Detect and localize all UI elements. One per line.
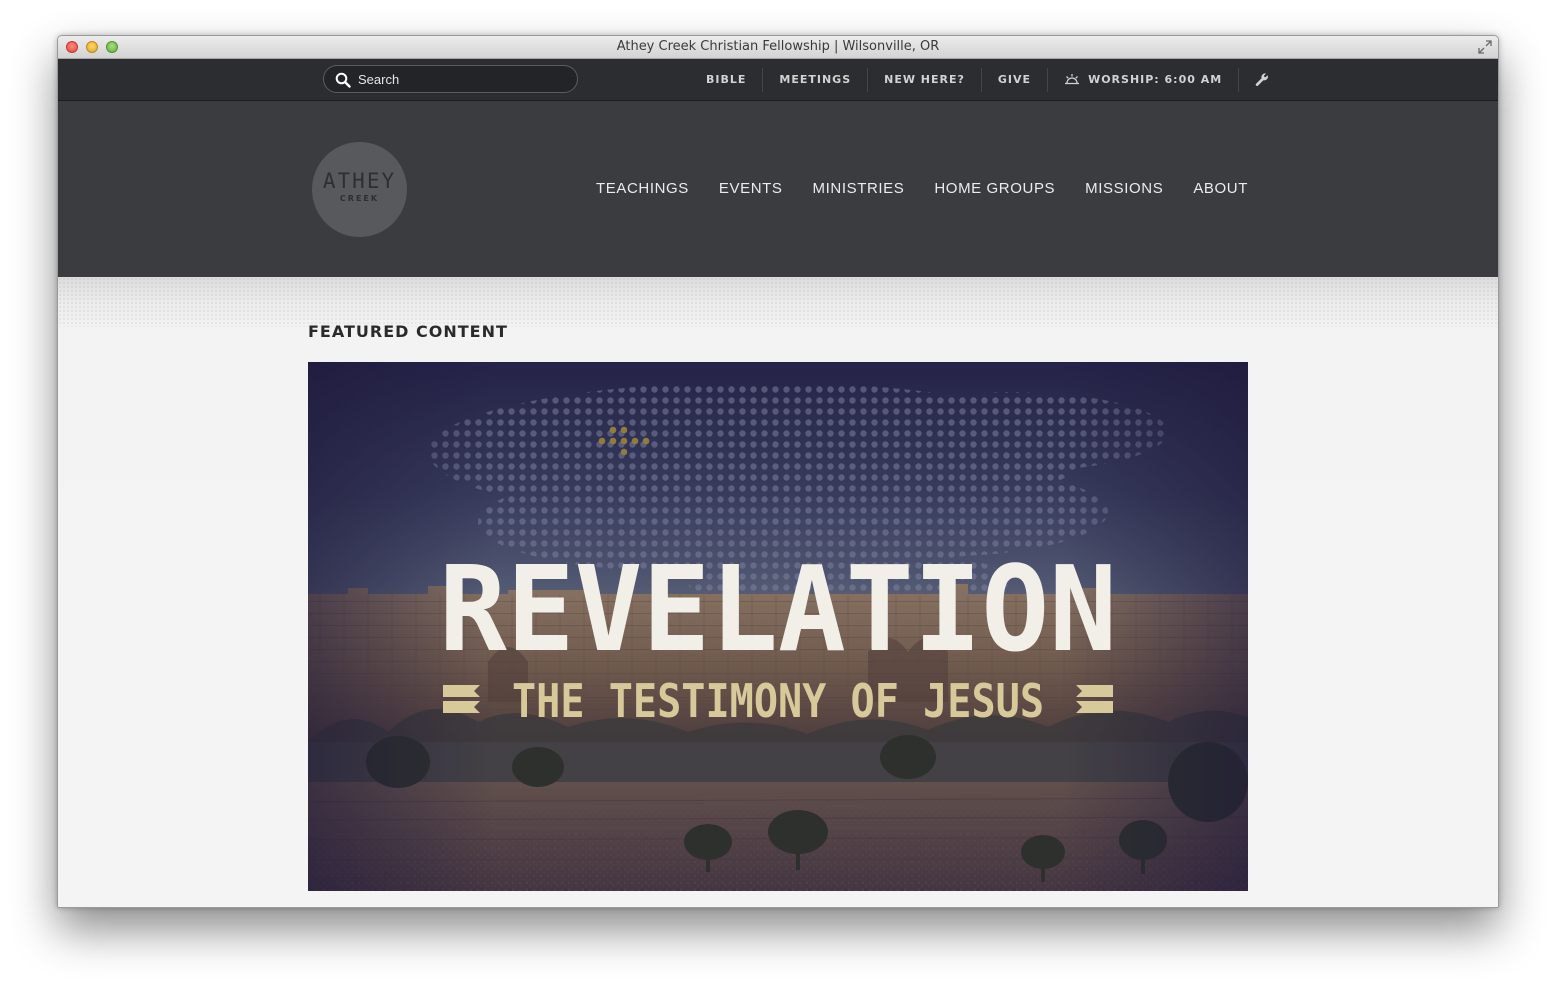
util-link-bible[interactable]: BIBLE — [690, 68, 762, 92]
nav-events[interactable]: EVENTS — [719, 180, 783, 197]
utility-nav: BIBLE MEETINGS NEW HERE? GIVE WORSHIP: 6… — [690, 59, 1285, 100]
logo-text-primary: ATHEY — [322, 169, 397, 193]
util-link-give[interactable]: GIVE — [980, 67, 1047, 92]
util-link-worship[interactable]: WORSHIP: 6:00 AM — [1047, 67, 1238, 92]
title-bar: Athey Creek Christian Fellowship | Wilso… — [58, 36, 1498, 59]
site-logo[interactable]: ATHEY CREEK — [312, 142, 407, 237]
util-link-label: BIBLE — [706, 72, 747, 86]
featured-banner[interactable]: REVELATION THE TESTIMONY OF JESUS — [308, 362, 1248, 891]
utility-bar: BIBLE MEETINGS NEW HERE? GIVE WORSHIP: — [58, 59, 1498, 101]
banner-title: REVELATION — [439, 540, 1117, 678]
nav-home-groups[interactable]: HOME GROUPS — [934, 180, 1055, 197]
logo-text-secondary: CREEK — [339, 194, 380, 203]
search-icon — [335, 72, 351, 88]
browser-window: Athey Creek Christian Fellowship | Wilso… — [57, 35, 1499, 908]
util-link-label: MEETINGS — [779, 72, 852, 86]
util-link-label: WORSHIP: 6:00 AM — [1088, 72, 1223, 86]
util-link-label: NEW HERE? — [884, 72, 965, 86]
window-title: Athey Creek Christian Fellowship | Wilso… — [616, 39, 940, 54]
settings-button[interactable] — [1238, 67, 1285, 92]
main-nav: TEACHINGS EVENTS MINISTRIES HOME GROUPS … — [596, 180, 1248, 197]
site-header: ATHEY CREEK TEACHINGS EVENTS MINISTRIES … — [58, 101, 1498, 277]
texture-strip — [58, 277, 1498, 327]
nav-missions[interactable]: MISSIONS — [1085, 180, 1163, 197]
util-link-meetings[interactable]: MEETINGS — [762, 67, 867, 92]
nav-about[interactable]: ABOUT — [1193, 180, 1248, 197]
banner-subtitle: THE TESTIMONY OF JESUS — [512, 674, 1044, 728]
nav-ministries[interactable]: MINISTRIES — [813, 180, 905, 197]
search-box[interactable] — [323, 65, 578, 93]
featured-heading: FEATURED CONTENT — [308, 322, 508, 341]
util-link-label: GIVE — [997, 72, 1032, 86]
util-link-new-here[interactable]: NEW HERE? — [867, 67, 981, 92]
fullscreen-icon[interactable] — [1478, 40, 1492, 54]
search-input[interactable] — [358, 69, 558, 89]
wrench-icon — [1255, 72, 1269, 86]
banner-artwork: REVELATION THE TESTIMONY OF JESUS — [308, 362, 1248, 891]
nav-teachings[interactable]: TEACHINGS — [596, 180, 689, 197]
main-content: FEATURED CONTENT REVELATION THE TESTIMON… — [58, 277, 1498, 907]
sun-icon — [1065, 73, 1080, 84]
